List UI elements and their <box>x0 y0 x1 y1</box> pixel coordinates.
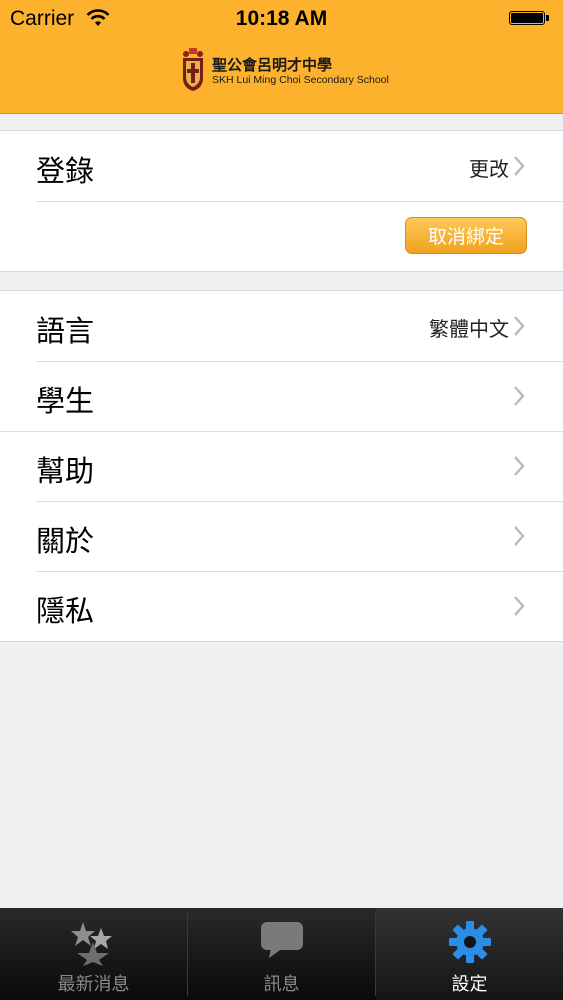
status-bar: Carrier 10:18 AM <box>0 0 563 40</box>
tab-news[interactable]: 最新消息 <box>0 908 187 1000</box>
settings-item-label: 學生 <box>36 384 95 418</box>
settings-item-label: 幫助 <box>36 454 95 488</box>
tab-label: 設定 <box>451 974 488 995</box>
account-section: 登錄 更改 取消綁定 <box>0 130 563 272</box>
settings-item-label: 關於 <box>36 524 95 558</box>
chevron-right-icon <box>514 316 525 336</box>
unbind-button[interactable]: 取消綁定 <box>405 217 527 254</box>
settings-item-student[interactable]: 學生 <box>0 361 563 431</box>
tab-label: 最新消息 <box>57 974 130 995</box>
settings-item-label: 語言 <box>36 314 95 348</box>
settings-item-language[interactable]: 語言 繁體中文 <box>0 291 563 361</box>
language-value: 繁體中文 <box>429 317 509 341</box>
gear-icon <box>448 921 491 963</box>
chevron-right-icon <box>514 596 525 616</box>
login-change-value: 更改 <box>469 157 509 181</box>
tab-bar: 最新消息 訊息 設定 <box>0 908 563 1000</box>
settings-item-help[interactable]: 幫助 <box>0 431 563 501</box>
login-label: 登錄 <box>36 154 95 188</box>
settings-item-label: 隱私 <box>36 594 95 628</box>
chevron-right-icon <box>514 526 525 546</box>
school-name-chinese: 聖公會呂明才中學 <box>212 56 333 74</box>
row-divider <box>36 201 563 202</box>
settings-item-privacy[interactable]: 隱私 <box>0 571 563 641</box>
tab-messages[interactable]: 訊息 <box>188 908 375 1000</box>
settings-item-about[interactable]: 關於 <box>0 501 563 571</box>
chevron-right-icon <box>514 386 525 406</box>
status-time: 10:18 AM <box>235 7 328 30</box>
chevron-right-icon <box>514 156 525 176</box>
chevron-right-icon <box>514 456 525 476</box>
battery-icon <box>509 11 549 27</box>
stars-icon <box>70 922 112 966</box>
chat-bubble-icon <box>260 922 303 958</box>
login-row[interactable]: 登錄 更改 <box>0 131 563 201</box>
school-name-english: SKH Lui Ming Choi Secondary School <box>212 74 389 86</box>
settings-section: 語言 繁體中文 學生 幫助 關於 隱私 <box>0 290 563 642</box>
app-header: Carrier 10:18 AM 聖公會呂明才中學 SKH Lui Ming C… <box>0 0 563 114</box>
tab-settings[interactable]: 設定 <box>376 908 563 1000</box>
school-crest-icon <box>183 48 203 91</box>
tab-label: 訊息 <box>263 974 300 995</box>
